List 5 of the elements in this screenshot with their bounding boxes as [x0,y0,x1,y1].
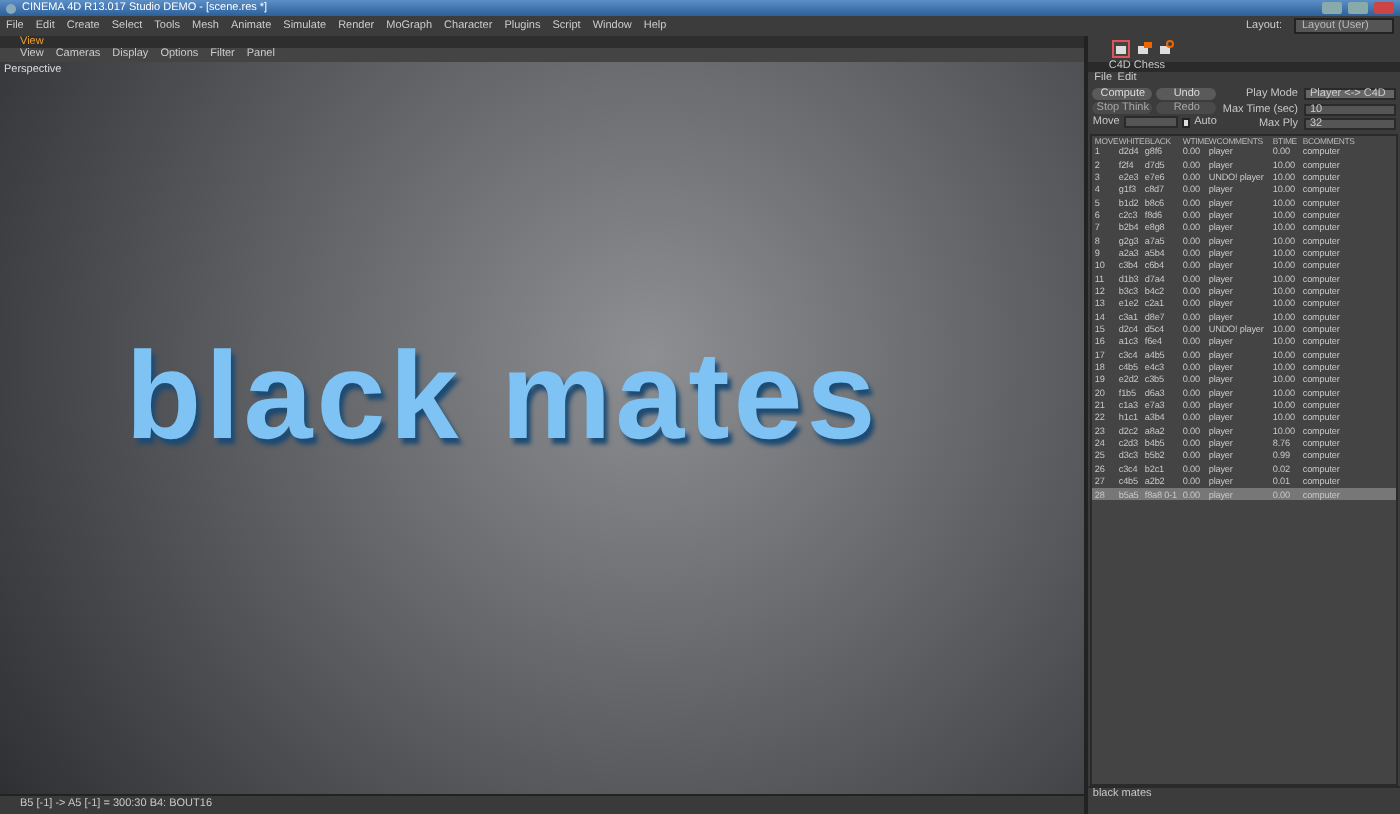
viewport-caption: black mates [125,325,880,470]
move-field[interactable] [1123,116,1177,129]
auto-checkbox[interactable] [1181,117,1191,128]
clapboard-icon[interactable] [1156,40,1175,58]
app-icon [6,3,16,13]
